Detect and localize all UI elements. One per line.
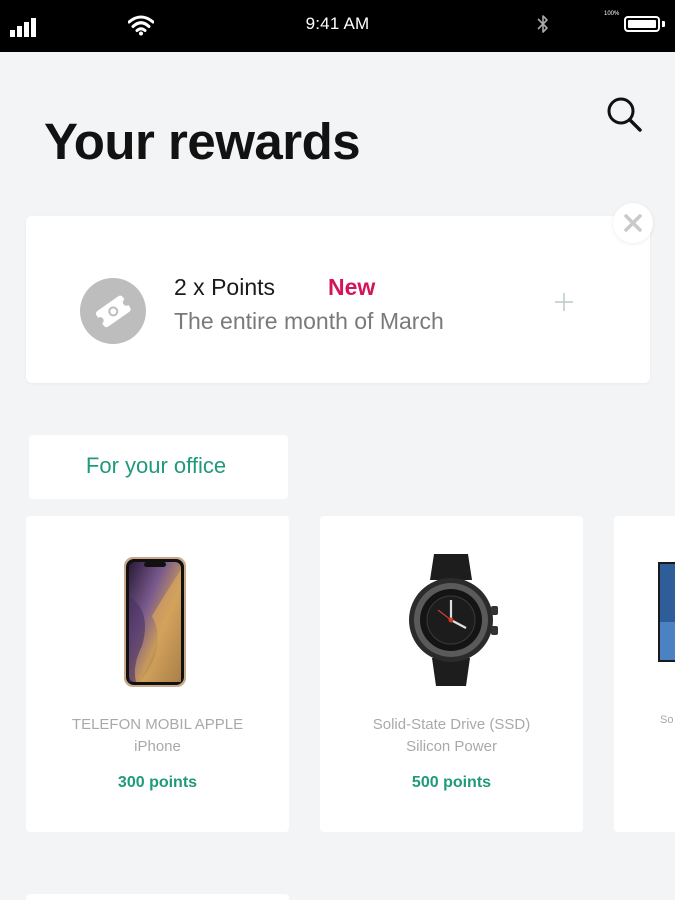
product-name-line1: Solid-State Drive (SSD) bbox=[372, 716, 531, 733]
monitor-image bbox=[658, 562, 675, 662]
product-points: 300 points bbox=[117, 774, 198, 791]
page-title: Your rewards bbox=[44, 113, 361, 170]
status-bar: 9:41 AM 100% bbox=[0, 0, 675, 52]
expand-button[interactable] bbox=[550, 288, 578, 316]
promo-title: 2 x Points bbox=[174, 274, 275, 300]
category-tab-label: For your office bbox=[85, 453, 227, 478]
battery-icon: 100% bbox=[604, 11, 668, 37]
battery-body bbox=[624, 16, 660, 32]
product-name-line1: TELEFON MOBIL APPLE bbox=[71, 716, 244, 733]
new-badge: New bbox=[328, 274, 376, 300]
product-card[interactable]: So bbox=[614, 516, 675, 832]
category-tab-office[interactable]: For your office bbox=[29, 435, 288, 499]
search-button[interactable] bbox=[600, 92, 648, 136]
phone-image bbox=[124, 557, 186, 687]
battery-percent: 100% bbox=[604, 11, 620, 17]
close-icon bbox=[624, 214, 642, 232]
next-section-card bbox=[26, 894, 289, 900]
product-name: So bbox=[660, 714, 674, 726]
product-name-line2: Silicon Power bbox=[406, 738, 497, 755]
clock: 9:41 AM bbox=[305, 14, 370, 33]
bluetooth-icon bbox=[537, 15, 548, 33]
smartwatch-image bbox=[409, 554, 498, 686]
ticket-icon bbox=[80, 278, 146, 344]
close-button[interactable] bbox=[613, 203, 653, 243]
search-icon bbox=[607, 97, 642, 132]
promo-subtitle: The entire month of March bbox=[174, 308, 444, 334]
promo-card[interactable]: 2 x Points New The entire month of March bbox=[26, 216, 650, 383]
product-name-line2: iPhone bbox=[134, 738, 181, 755]
plus-icon bbox=[555, 293, 573, 311]
product-card[interactable]: TELEFON MOBIL APPLE iPhone 300 points bbox=[26, 516, 289, 832]
product-name: TELEFON MOBIL APPLE iPhone bbox=[36, 714, 279, 758]
battery-cap bbox=[662, 21, 665, 27]
product-points: 500 points bbox=[411, 774, 492, 791]
product-card[interactable]: Solid-State Drive (SSD) Silicon Power 50… bbox=[320, 516, 583, 832]
product-name: Solid-State Drive (SSD) Silicon Power bbox=[330, 714, 573, 758]
battery-fill bbox=[628, 20, 656, 28]
